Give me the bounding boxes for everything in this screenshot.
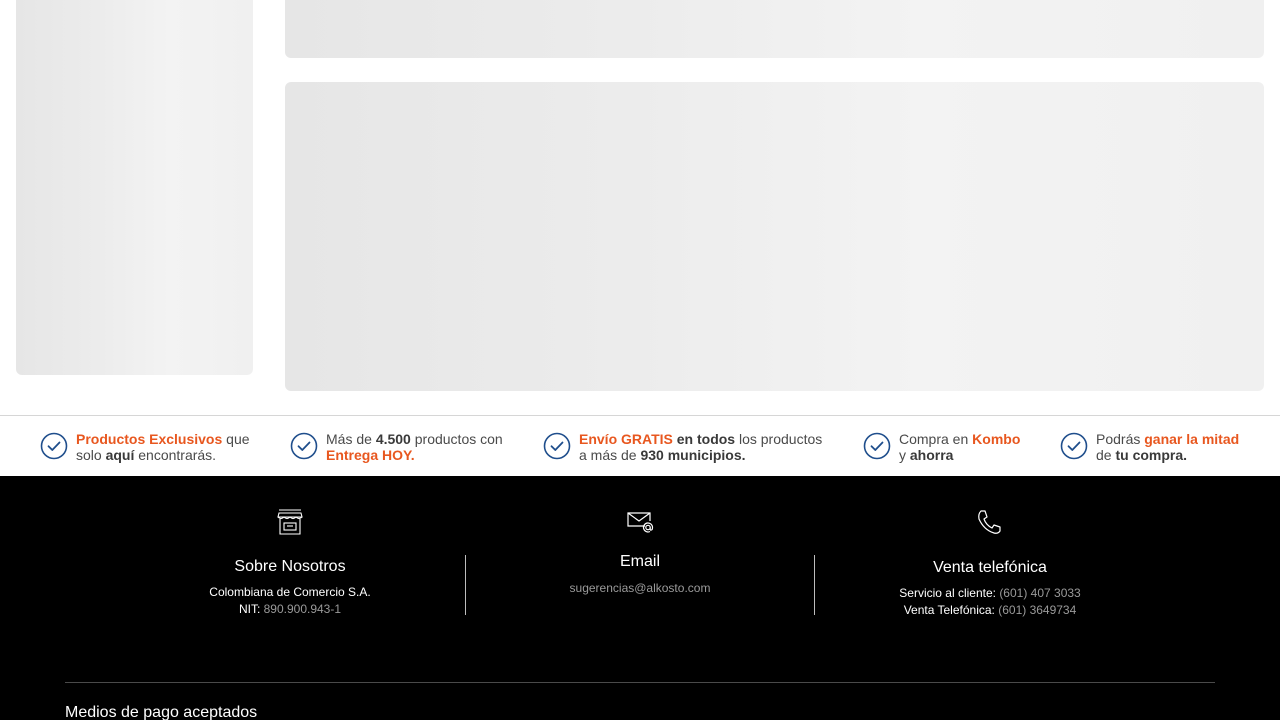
sales-label: Venta Telefónica: [903,603,999,617]
service-line: Servicio al cliente: (601) 407 3033 [870,585,1110,602]
benefit-text-segment: 4.500 [375,431,411,447]
footer-horizontal-divider [65,682,1215,683]
footer-email-column: Email sugerencias@alkosto.com [540,510,740,597]
footer-divider [465,555,466,615]
benefit-text-segment: Productos Exclusivos [76,431,223,447]
email-title: Email [619,553,660,570]
service-label: Servicio al cliente: [899,586,1000,600]
benefit-text-segment: en todos [676,431,736,447]
benefit-text-segment: Podrás [1096,431,1145,447]
footer-divider [814,555,815,615]
benefit-text: Podrás ganar la mitad de tu compra. [1096,431,1239,463]
benefit-text-segment: a más de [579,447,641,463]
benefit-text-segment: de [1096,447,1116,463]
footer-phone-column: Venta telefónica Servicio al cliente: (6… [870,508,1110,619]
benefit-text-segment: Kombo [972,431,1021,447]
mail-at-icon [627,512,654,533]
nit-label: NIT: [238,602,264,616]
company-name: Colombiana de Comercio S.A. [209,585,371,599]
check-circle-icon [543,432,571,460]
benefit-text-segment: que [222,431,250,447]
benefit-text-segment: Más de [326,431,376,447]
payments-title: Medios de pago aceptados [65,704,258,721]
phone-icon [978,510,1001,534]
benefit-text-segment: productos con [410,431,503,447]
benefit-text: Envío GRATIS en todos los productos a más… [579,431,822,463]
skeleton-banner-placeholder [285,0,1264,58]
phone-title: Venta telefónica [933,559,1047,576]
nit-line: NIT: 890.900.943-1 [190,601,390,618]
sales-line: Venta Telefónica: (601) 3649734 [870,602,1110,619]
check-circle-icon [863,432,891,460]
benefit-text: Productos Exclusivos que solo aquí encont… [76,431,250,463]
benefit-text: Más de 4.500 productos con Entrega HOY. [326,431,503,463]
sales-phone-link[interactable]: (601) 3649734 [998,603,1076,617]
benefit-item: Más de 4.500 productos con Entrega HOY. [290,431,503,463]
site-footer: Sobre Nosotros Colombiana de Comercio S.… [0,476,1280,721]
benefit-text-segment: y [899,447,910,463]
skeleton-content-placeholder [285,82,1264,391]
check-circle-icon [40,432,68,460]
benefit-text-segment: Envío GRATIS [579,431,673,447]
benefit-text-segment: ahorra [909,447,954,463]
benefit-text-segment: 930 municipios. [640,447,746,463]
benefit-item: Envío GRATIS en todos los productos a más… [543,431,822,463]
benefit-text-segment: los productos [735,431,823,447]
benefit-text-segment: tu compra. [1115,447,1188,463]
benefit-text-segment: Compra en [899,431,973,447]
benefit-text-segment: solo [76,447,106,463]
benefits-bar: Productos Exclusivos que solo aquí encont… [0,415,1280,476]
store-icon [277,509,303,535]
benefit-text-segment: Entrega HOY. [326,447,415,463]
skeleton-sidebar-placeholder [16,0,253,375]
benefit-text-segment: ganar la mitad [1144,431,1240,447]
email-address-link[interactable]: sugerencias@alkosto.com [540,580,740,597]
check-circle-icon [290,432,318,460]
check-circle-icon [1060,432,1088,460]
service-phone-link[interactable]: (601) 407 3033 [999,586,1080,600]
benefit-text: Compra en Kombo y ahorra [899,431,1020,463]
benefit-item: Productos Exclusivos que solo aquí encont… [40,431,250,463]
footer-about-column: Sobre Nosotros Colombiana de Comercio S.… [190,508,390,618]
benefit-text-segment: encontrarás. [134,447,217,463]
nit-value: 890.900.943-1 [263,602,342,616]
benefit-item: Compra en Kombo y ahorra [863,431,1020,463]
benefit-item: Podrás ganar la mitad de tu compra. [1060,431,1239,463]
benefit-text-segment: aquí [105,447,135,463]
about-title: Sobre Nosotros [234,558,346,575]
